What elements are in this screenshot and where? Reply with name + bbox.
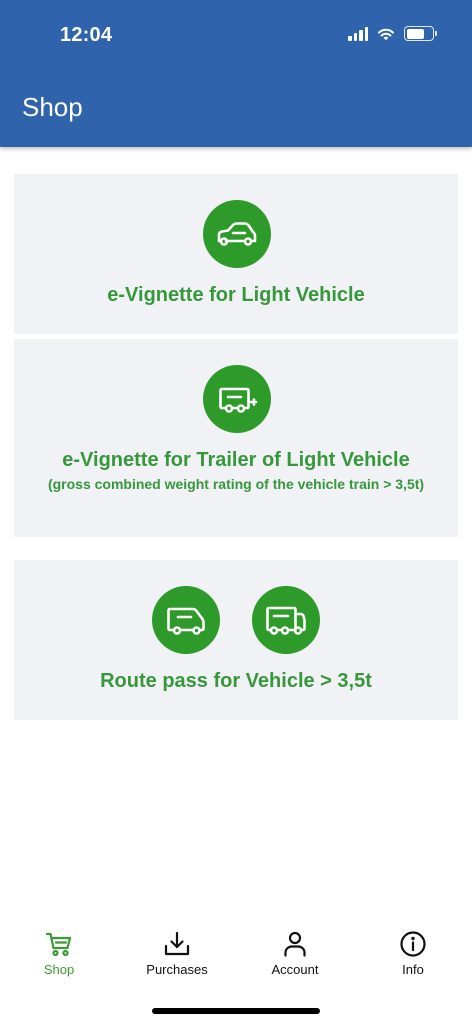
route-pass-icons [14,586,458,654]
cart-icon [45,932,72,957]
tab-purchases[interactable]: Purchases [118,920,236,992]
battery-icon [404,26,437,41]
status-time: 12:04 [60,24,113,46]
home-indicator [152,1008,320,1014]
route-pass-card[interactable]: Route pass for Vehicle > 3,5t [14,560,458,720]
tab-label: Account [271,962,319,977]
van-icon [152,586,220,654]
cellular-signal-icon [348,26,368,41]
person-icon [284,931,306,957]
truck-icon [252,586,320,654]
trailer-vignette-card[interactable]: e-Vignette for Trailer of Light Vehicle … [14,339,458,537]
tab-bar: Shop Purchases Account Info [0,920,472,992]
card-title: e-Vignette for Light Vehicle [107,284,365,306]
app-header: 12:04 Shop [0,0,472,147]
card-subtitle: (gross combined weight rating of the veh… [47,476,425,492]
light-vehicle-vignette-card[interactable]: e-Vignette for Light Vehicle [14,174,458,334]
page-title: Shop [22,92,83,122]
tab-label: Purchases [146,962,208,977]
tab-info[interactable]: Info [354,920,472,992]
card-title: Route pass for Vehicle > 3,5t [100,670,372,692]
tab-shop[interactable]: Shop [0,920,118,992]
tab-label: Info [402,962,424,977]
download-tray-icon [164,931,190,956]
car-icon [203,200,271,268]
tab-account[interactable]: Account [236,920,354,992]
status-icons [348,26,437,41]
wifi-icon [378,28,394,40]
card-title: e-Vignette for Trailer of Light Vehicle [62,449,410,471]
trailer-icon [203,365,271,433]
info-icon [400,931,426,957]
tab-label: Shop [43,962,75,977]
